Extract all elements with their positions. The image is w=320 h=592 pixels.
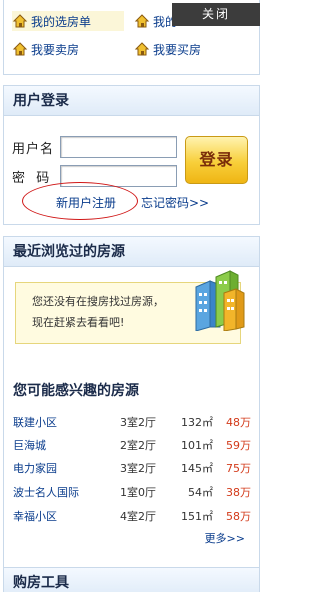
quick-link-label: 我的选房单 <box>31 14 92 29</box>
my-house-list-link[interactable]: 我的选房单 <box>12 11 124 31</box>
listing-name[interactable]: 巨海城 <box>13 437 46 453</box>
forgot-password-link[interactable]: 忘记密码>> <box>141 194 209 211</box>
listing-row[interactable]: 电力家园 3室2厅 145㎡ 75万 <box>13 460 251 478</box>
listing-layout: 4室2厅 <box>120 510 156 523</box>
listing-layout: 1室0厅 <box>120 486 156 499</box>
listing-name[interactable]: 幸福小区 <box>13 508 57 524</box>
recent-title: 最近浏览过的房源 <box>4 237 259 267</box>
house-icon <box>12 42 28 56</box>
listing-layout: 3室2厅 <box>120 462 156 475</box>
buy-house-link[interactable]: 我要买房 <box>134 39 201 59</box>
listing-row[interactable]: 巨海城 2室2厅 101㎡ 59万 <box>13 437 251 455</box>
listing-price: 38万 <box>226 486 251 499</box>
username-label: 用户名 <box>12 141 55 157</box>
listing-area: 145㎡ <box>181 462 213 475</box>
house-icon <box>134 14 150 28</box>
listing-layout: 3室2厅 <box>120 416 156 429</box>
listing-price: 48万 <box>226 416 251 429</box>
listing-row[interactable]: 联建小区 3室2厅 132㎡ 48万 <box>13 414 251 432</box>
password-label: 密 码 <box>12 170 51 186</box>
register-link[interactable]: 新用户注册 <box>56 194 116 211</box>
recent-panel: 最近浏览过的房源 您还没有在搜房找过房源， 现在赶紧去看看吧! 您可能感兴趣的房… <box>3 236 260 592</box>
listing-area: 54㎡ <box>188 486 213 499</box>
username-row: 用户名 <box>12 136 177 158</box>
interest-title: 您可能感兴趣的房源 <box>13 383 139 399</box>
listing-row[interactable]: 波士名人国际 1室0厅 54㎡ 38万 <box>13 484 251 502</box>
listing-name[interactable]: 波士名人国际 <box>13 484 79 500</box>
listing-area: 151㎡ <box>181 510 213 523</box>
house-icon <box>134 42 150 56</box>
house-icon <box>12 14 28 28</box>
listing-area: 101㎡ <box>181 439 213 452</box>
listing-area: 132㎡ <box>181 416 213 429</box>
buildings-icon <box>195 270 245 331</box>
username-input[interactable] <box>60 136 177 158</box>
quick-link-label: 我要买房 <box>153 42 202 57</box>
login-panel: 用户登录 用户名 密 码 登录 新用户注册 忘记密码>> <box>3 85 260 225</box>
listing-price: 59万 <box>226 439 251 452</box>
listing-row[interactable]: 幸福小区 4室2厅 151㎡ 58万 <box>13 508 251 526</box>
tools-title: 购房工具 <box>4 568 259 592</box>
listing-price: 75万 <box>226 462 251 475</box>
listing-name[interactable]: 电力家园 <box>13 460 57 476</box>
more-link[interactable]: 更多>> <box>205 530 245 546</box>
sell-house-link[interactable]: 我要卖房 <box>12 39 79 59</box>
my-link[interactable]: 我的 <box>134 11 177 31</box>
listing-layout: 2室2厅 <box>120 439 156 452</box>
tools-panel: 购房工具 <box>3 567 260 592</box>
login-button[interactable]: 登录 <box>185 136 248 184</box>
close-button[interactable]: 关闭 <box>172 3 260 26</box>
quick-link-label: 我要卖房 <box>31 42 80 57</box>
login-title: 用户登录 <box>4 86 259 116</box>
listing-price: 58万 <box>226 510 251 523</box>
listing-name[interactable]: 联建小区 <box>13 414 57 430</box>
